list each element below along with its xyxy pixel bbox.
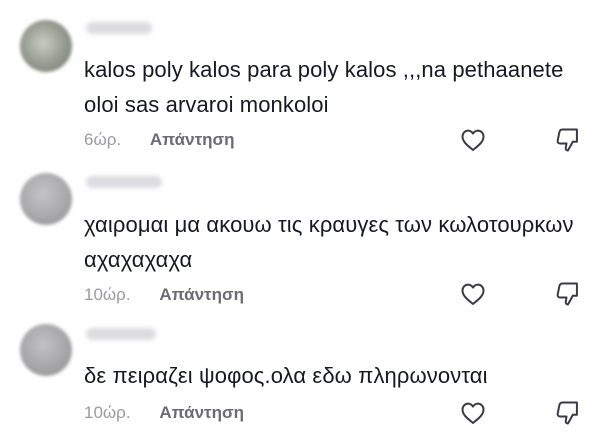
- avatar[interactable]: [20, 324, 72, 376]
- username-blurred[interactable]: [86, 328, 156, 340]
- comment-meta: 10ώρ. Απάντηση: [84, 403, 244, 423]
- heart-icon[interactable]: [459, 399, 487, 427]
- reply-button[interactable]: Απάντηση: [159, 403, 244, 422]
- comment-item: δε πειραζει ψοφος.ολα εδω πληρωνονται 10…: [0, 0, 600, 445]
- comment-text: δε πειραζει ψοφος.ολα εδω πληρωνονται: [84, 363, 488, 388]
- comment-time: 10ώρ.: [84, 403, 131, 422]
- thumbs-down-icon[interactable]: [553, 399, 581, 427]
